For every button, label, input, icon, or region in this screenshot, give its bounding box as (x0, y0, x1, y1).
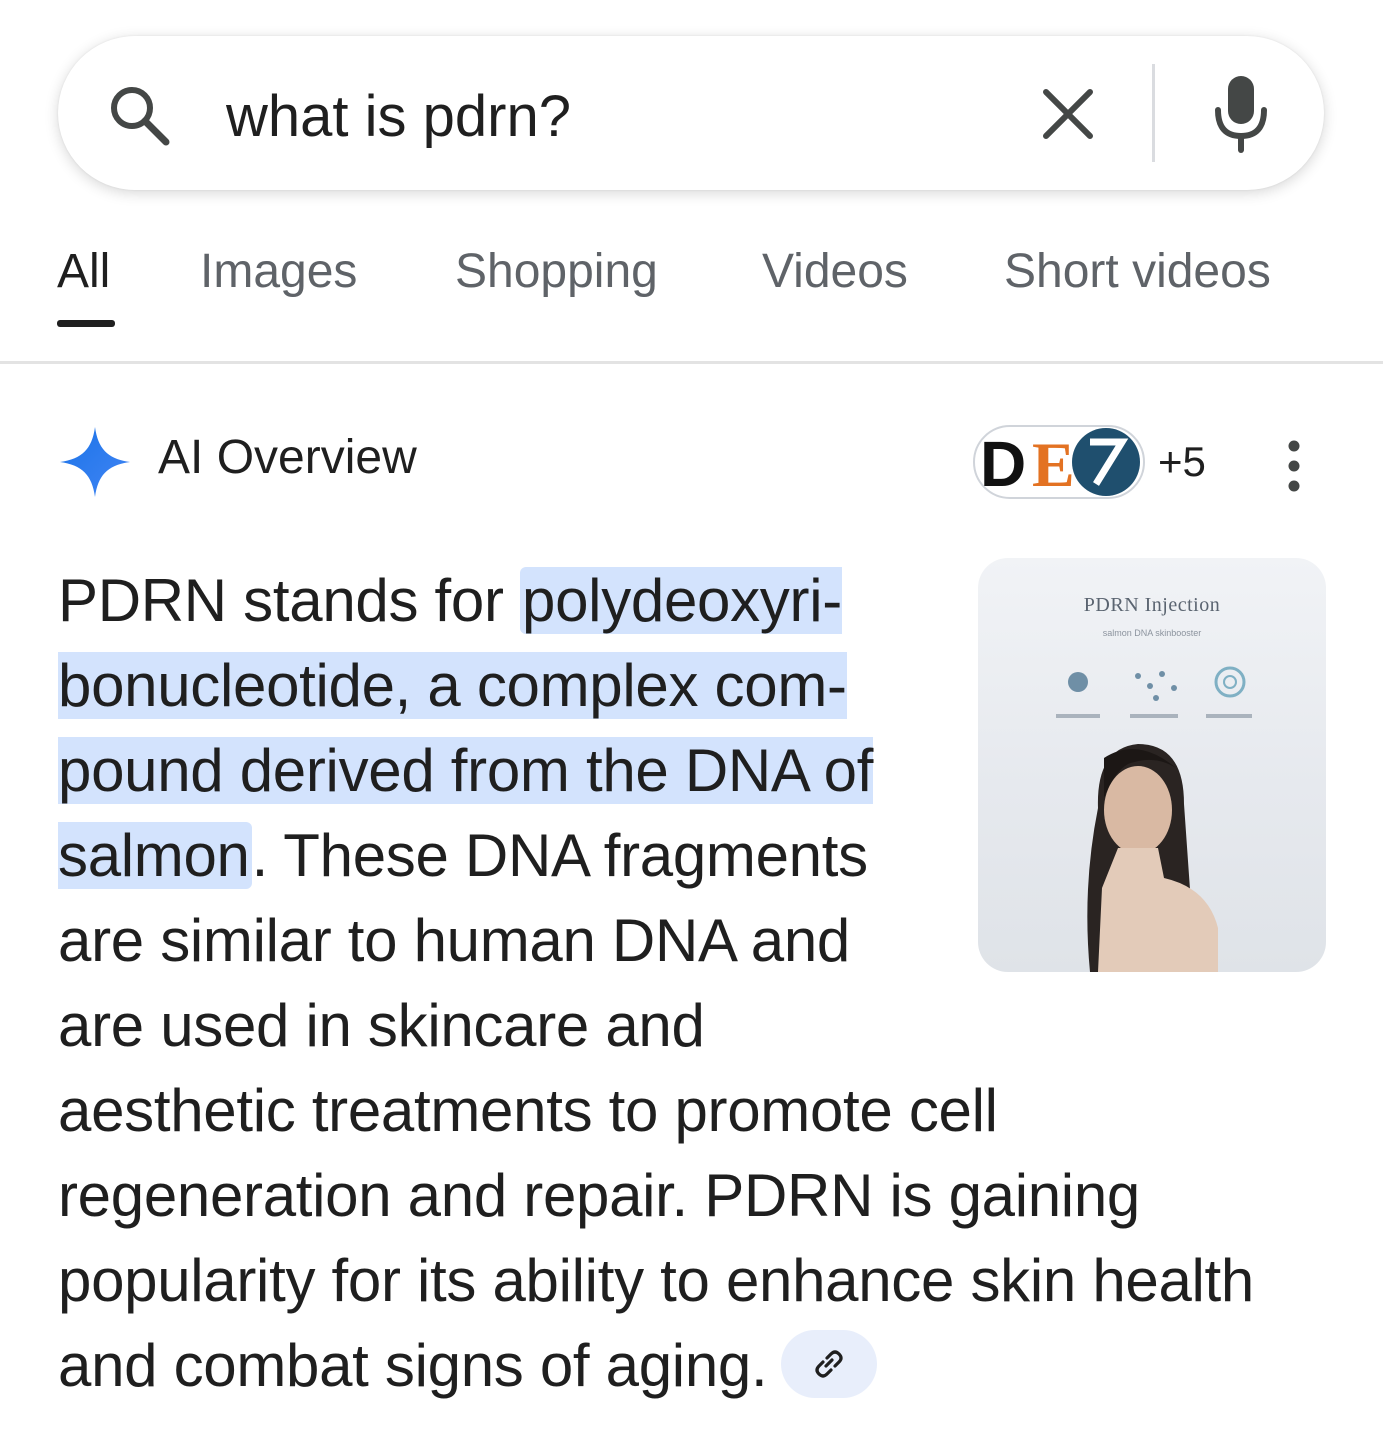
search-input[interactable] (226, 76, 946, 156)
search-icon[interactable] (106, 82, 174, 150)
tab-short-videos[interactable]: Short videos (1004, 244, 1271, 299)
overview-intro: PDRN stands for (58, 567, 521, 634)
search-tabs: All Images Shopping Videos Short videos (0, 236, 1383, 362)
tab-videos[interactable]: Videos (762, 244, 908, 299)
svg-text:E: E (1032, 429, 1075, 500)
more-vert-icon[interactable] (1278, 438, 1310, 494)
active-tab-indicator (57, 320, 115, 327)
close-icon[interactable] (1036, 82, 1100, 146)
link-button[interactable] (781, 1330, 878, 1399)
svg-text:D: D (980, 428, 1026, 500)
search-divider (1152, 64, 1155, 162)
ai-overview-title: AI Overview (158, 431, 417, 484)
source-logos[interactable]: D E (972, 422, 1148, 502)
source-count[interactable]: +5 (1158, 438, 1206, 486)
tab-images[interactable]: Images (200, 244, 357, 299)
tab-all[interactable]: All (57, 244, 110, 299)
sparkle-icon (60, 427, 130, 497)
mic-icon[interactable] (1210, 72, 1272, 156)
thumbnail-spacer (950, 558, 1298, 978)
tabs-divider (0, 361, 1383, 364)
tab-shopping[interactable]: Shopping (455, 244, 658, 299)
ai-overview-text: PDRN stands for polydeoxyri­bonucleotide… (58, 558, 1298, 1408)
link-icon (815, 1350, 843, 1378)
